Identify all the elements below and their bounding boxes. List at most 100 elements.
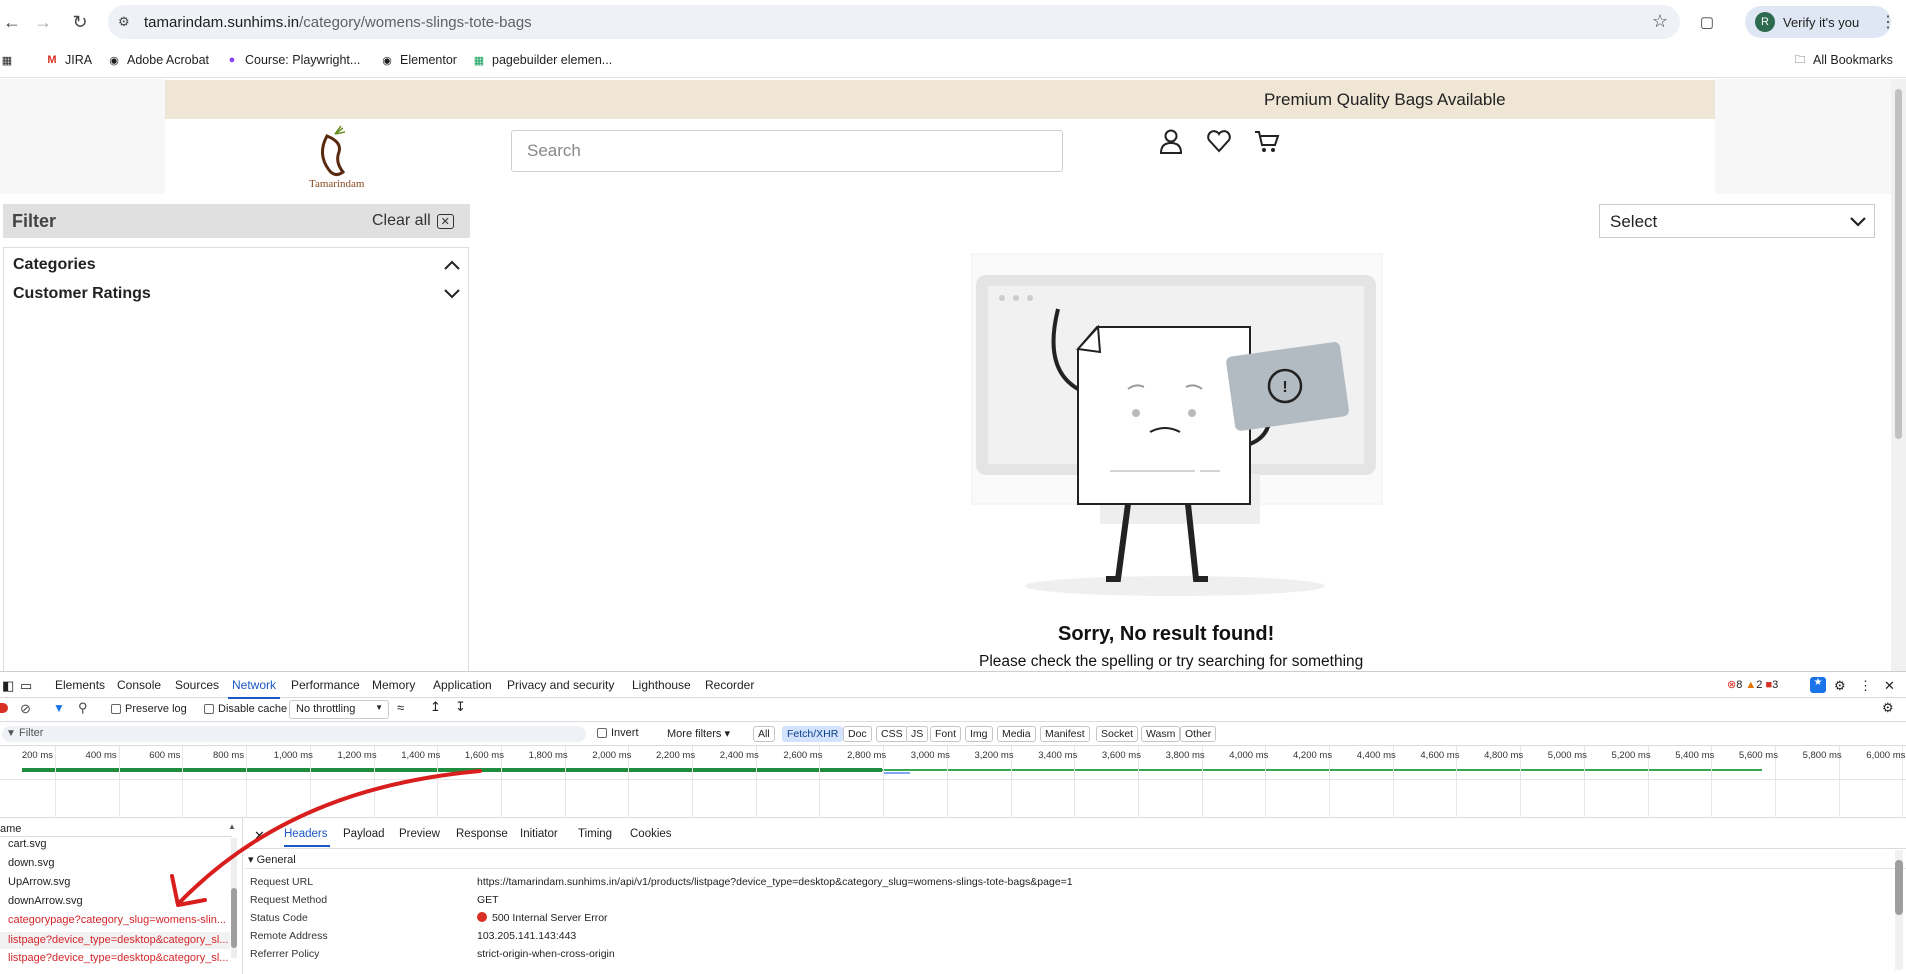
request-row-selected[interactable]: listpage?device_type=desktop&category_sl… — [0, 932, 230, 949]
header-value: strict-origin-when-cross-origin — [477, 948, 615, 960]
import-har-icon[interactable]: ↥ — [430, 699, 441, 715]
filter-input[interactable]: ▼ Filter — [2, 726, 586, 742]
facet-customer-ratings[interactable]: Customer Ratings — [13, 285, 151, 303]
page-scrollbar[interactable] — [1891, 79, 1906, 671]
tab-headers[interactable]: Headers — [284, 828, 327, 840]
tab-sources[interactable]: Sources — [175, 678, 219, 692]
bookmark-elementor[interactable]: ◉ Elementor — [380, 53, 457, 67]
header-key: Remote Address — [250, 930, 328, 942]
request-row[interactable]: cart.svg — [8, 838, 47, 850]
network-conditions-icon[interactable]: ≈ — [397, 700, 404, 715]
throttling-select[interactable]: No throttling ▼ — [289, 700, 389, 719]
bookmark-playwright[interactable]: ● Course: Playwright... — [225, 53, 361, 67]
bookmark-pagebuilder[interactable]: ▦ pagebuilder elemen... — [472, 53, 612, 67]
cart-icon[interactable] — [1253, 127, 1281, 155]
filter-funnel-icon[interactable]: ▼ — [53, 701, 65, 715]
clear-all-button[interactable]: Clear all ✕ — [372, 212, 454, 230]
preserve-log-checkbox[interactable]: Preserve log — [111, 703, 187, 715]
search-input[interactable] — [512, 131, 1062, 171]
type-filter-media[interactable]: Media — [997, 726, 1036, 742]
bookmark-star-icon[interactable]: ☆ — [1652, 11, 1668, 32]
error-counter[interactable]: ⊗8 ▲2 ■3 — [1727, 678, 1778, 691]
tab-application[interactable]: Application — [433, 678, 492, 692]
request-list-scrollbar[interactable] — [231, 838, 237, 958]
close-details-icon[interactable]: ✕ — [254, 828, 265, 844]
invert-checkbox[interactable]: Invert — [597, 727, 639, 739]
details-scrollbar[interactable] — [1895, 850, 1903, 970]
chevron-up-icon[interactable] — [444, 260, 460, 270]
tab-payload[interactable]: Payload — [343, 828, 385, 840]
type-filter-doc[interactable]: Doc — [843, 726, 872, 742]
type-filter-font[interactable]: Font — [930, 726, 962, 742]
tab-console[interactable]: Console — [117, 678, 161, 692]
request-row[interactable]: UpArrow.svg — [8, 876, 70, 888]
sort-select[interactable]: Select — [1599, 204, 1875, 238]
facet-categories[interactable]: Categories — [13, 256, 96, 274]
tab-initiator[interactable]: Initiator — [520, 828, 558, 840]
tab-elements[interactable]: Elements — [55, 678, 105, 692]
type-filter-all[interactable]: All — [753, 726, 775, 742]
type-filter-img[interactable]: Img — [965, 726, 993, 742]
request-row-error[interactable]: listpage?device_type=desktop&category_sl… — [8, 952, 228, 964]
sort-up-icon[interactable]: ▲ — [228, 822, 236, 831]
all-bookmarks[interactable]: 🗀 All Bookmarks — [1793, 53, 1893, 67]
tab-cookies[interactable]: Cookies — [630, 828, 672, 840]
clear-icon[interactable]: ⊘ — [20, 701, 31, 717]
reload-icon[interactable]: ↻ — [68, 10, 92, 34]
address-bar[interactable]: ⚙ tamarindam.sunhims.in/category/womens-… — [108, 5, 1680, 39]
inspect-icon[interactable]: ◧ — [2, 678, 14, 694]
request-row-error[interactable]: categorypage?category_slug=womens-slin..… — [8, 914, 226, 926]
tab-network[interactable]: Network — [227, 678, 281, 699]
tab-response[interactable]: Response — [456, 828, 508, 840]
name-column-header[interactable]: ame — [0, 823, 21, 835]
scrollbar-thumb[interactable] — [231, 888, 237, 948]
type-filter-fetch-xhr[interactable]: Fetch/XHR — [782, 726, 844, 742]
forward-icon[interactable]: → — [31, 10, 55, 34]
bookmark-acrobat[interactable]: ◉ Adobe Acrobat — [107, 53, 209, 67]
scrollbar-thumb[interactable] — [1895, 89, 1902, 439]
general-section-toggle[interactable]: ▾ General — [248, 853, 296, 866]
chevron-down-icon[interactable] — [444, 289, 460, 299]
heart-icon[interactable] — [1205, 127, 1233, 155]
tab-timing[interactable]: Timing — [578, 828, 612, 840]
more-filters-button[interactable]: More filters ▾ — [667, 727, 730, 740]
settings-gear-icon[interactable]: ⚙ — [1834, 678, 1846, 694]
type-filter-socket[interactable]: Socket — [1096, 726, 1139, 742]
record-icon[interactable] — [0, 703, 8, 713]
tab-privacy-security[interactable]: Privacy and security — [507, 678, 614, 692]
back-icon[interactable]: ← — [0, 10, 24, 34]
header-key: Request URL — [250, 876, 314, 888]
network-overview-timeline[interactable]: 200 ms 400 ms 600 ms 800 ms 1,000 ms 1,200 ms… — [0, 746, 1906, 818]
disable-cache-checkbox[interactable]: Disable cache — [204, 703, 287, 715]
ai-assistant-icon[interactable]: ★ — [1810, 677, 1826, 693]
network-settings-icon[interactable]: ⚙ — [1882, 700, 1894, 716]
type-filter-css[interactable]: CSS — [876, 726, 908, 742]
export-har-icon[interactable]: ↧ — [455, 699, 466, 715]
search-field[interactable] — [511, 130, 1063, 172]
menu-kebab-icon[interactable]: ⋮ — [1876, 10, 1900, 34]
search-icon[interactable]: ⚲ — [78, 700, 88, 716]
profile-button[interactable]: R Verify it's you — [1745, 6, 1891, 38]
error-status-icon — [477, 912, 487, 922]
type-filter-wasm[interactable]: Wasm — [1141, 726, 1181, 742]
extensions-icon[interactable]: ▢ — [1695, 10, 1719, 34]
request-row[interactable]: down.svg — [8, 857, 54, 869]
site-info-icon[interactable]: ⚙ — [118, 14, 130, 30]
tab-recorder[interactable]: Recorder — [705, 678, 754, 692]
bookmark-jira[interactable]: M JIRA — [45, 53, 92, 67]
close-icon: ✕ — [436, 213, 454, 229]
type-filter-other[interactable]: Other — [1180, 726, 1217, 742]
user-icon[interactable] — [1157, 127, 1185, 155]
tab-memory[interactable]: Memory — [372, 678, 415, 692]
apps-icon[interactable]: ▦ — [0, 53, 14, 67]
tab-performance[interactable]: Performance — [291, 678, 360, 692]
request-row[interactable]: downArrow.svg — [8, 895, 83, 907]
type-filter-manifest[interactable]: Manifest — [1040, 726, 1090, 742]
type-filter-js[interactable]: JS — [906, 726, 929, 742]
more-options-icon[interactable]: ⋮ — [1859, 678, 1872, 694]
device-toolbar-icon[interactable]: ▭ — [20, 678, 32, 694]
tab-preview[interactable]: Preview — [399, 828, 440, 840]
tab-lighthouse[interactable]: Lighthouse — [632, 678, 691, 692]
scrollbar-thumb[interactable] — [1895, 860, 1903, 915]
close-devtools-icon[interactable]: ✕ — [1884, 678, 1895, 694]
